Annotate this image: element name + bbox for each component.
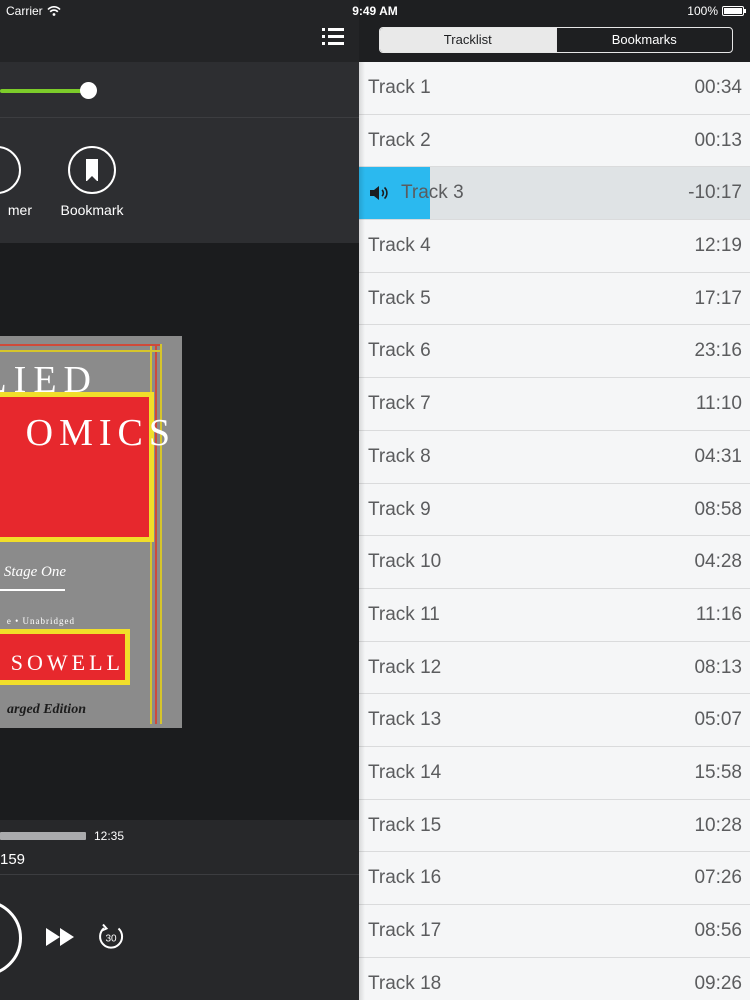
timer-icon — [0, 146, 21, 194]
bookmark-button[interactable]: Bookmark — [54, 146, 130, 218]
track-duration: 07:26 — [694, 867, 742, 889]
track-name: Track 12 — [368, 656, 442, 678]
track-name: Track 3 — [401, 182, 464, 204]
track-name: Track 4 — [368, 235, 431, 257]
track-duration: 00:13 — [694, 129, 742, 151]
timer-label: mer — [7, 202, 32, 218]
track-name: Track 10 — [368, 551, 442, 573]
track-row[interactable]: Track 11 11:16 — [359, 588, 750, 642]
bookmark-label: Bookmark — [60, 202, 124, 218]
track-name: Track 16 — [368, 867, 442, 889]
status-bar: Carrier 9:49 AM 100% — [0, 0, 750, 22]
track-duration: 10:28 — [694, 814, 742, 836]
track-name: Track 9 — [368, 498, 431, 520]
cover-format: e • Unabridged — [6, 616, 75, 626]
track-duration: 04:28 — [694, 551, 742, 573]
battery-indicator: 100% — [687, 4, 746, 18]
progress-scrubber[interactable] — [80, 82, 97, 99]
track-row[interactable]: Track 13 05:07 — [359, 694, 750, 747]
track-row[interactable]: Track 6 23:16 — [359, 325, 750, 379]
tab-tracklist[interactable]: Tracklist — [380, 28, 556, 52]
tracklist-panel: Tracklist Bookmarks Track 1 00:34 Track 2… — [359, 0, 750, 1000]
track-duration: 17:17 — [694, 287, 742, 309]
track-duration: 15:58 — [694, 761, 742, 783]
track-row[interactable]: Track 10 04:28 — [359, 536, 750, 589]
cover-edition: arged Edition — [7, 702, 86, 717]
player-panel: mer Bookmark LIED OMICS l Stage One e • … — [0, 0, 359, 1000]
chapter-number: 159 — [0, 851, 26, 868]
battery-label: 100% — [687, 4, 718, 18]
track-name: Track 15 — [368, 814, 442, 836]
track-duration: 04:31 — [694, 445, 742, 467]
tracklist-segmented-control: Tracklist Bookmarks — [379, 27, 733, 53]
cover-author: SOWELL — [10, 650, 124, 675]
skip-label: 30 — [105, 934, 117, 945]
track-name: Track 1 — [368, 77, 431, 98]
time-total: 12:35 — [94, 829, 125, 843]
cover-subtitle: l Stage One — [0, 564, 66, 580]
track-row[interactable]: Track 16 07:26 — [359, 852, 750, 905]
track-row[interactable]: Track 15 10:28 — [359, 799, 750, 853]
cover-area: LIED OMICS l Stage One e • Unabridged SO… — [0, 243, 359, 820]
status-time: 9:49 AM — [352, 4, 398, 18]
transport-bar: 12:35 159 30 — [0, 820, 359, 1000]
track-row[interactable]: Track 4 12:19 — [359, 220, 750, 273]
cover-title-line2: OMICS — [25, 412, 176, 454]
track-name: Track 2 — [368, 129, 431, 151]
track-duration: 08:58 — [694, 498, 742, 520]
track-row[interactable]: Track 18 09:26 — [359, 957, 750, 1000]
track-name: Track 17 — [368, 920, 442, 941]
track-duration: 08:56 — [694, 920, 742, 941]
track-duration: 23:16 — [694, 340, 742, 362]
skip-forward-30-icon[interactable]: 30 — [96, 922, 126, 952]
bookmark-icon — [68, 146, 116, 194]
track-duration: 00:34 — [694, 77, 742, 98]
track-name: Track 6 — [368, 340, 431, 362]
track-row[interactable]: Track 14 15:58 — [359, 746, 750, 800]
track-duration: 12:19 — [694, 235, 742, 257]
track-row[interactable]: Track 9 08:58 — [359, 483, 750, 537]
progress-fill — [0, 89, 88, 93]
timer-button[interactable]: mer — [0, 146, 32, 218]
book-cover: LIED OMICS l Stage One e • Unabridged SO… — [0, 336, 182, 728]
player-actions: mer Bookmark — [0, 118, 359, 243]
track-name: Track 7 — [368, 393, 431, 415]
track-name: Track 11 — [368, 603, 440, 625]
track-duration: 11:16 — [695, 603, 742, 625]
track-name: Track 14 — [368, 761, 442, 783]
track-duration: 08:13 — [694, 656, 742, 678]
track-row[interactable]: Track 1 00:34 — [359, 62, 750, 115]
battery-icon — [722, 6, 746, 16]
chapter-progress-bar[interactable] — [0, 832, 86, 840]
track-name: Track 13 — [368, 709, 442, 731]
track-row[interactable]: Track 7 11:10 — [359, 378, 750, 431]
tab-bookmarks[interactable]: Bookmarks — [555, 28, 733, 52]
track-duration: 11:10 — [695, 393, 742, 415]
play-pause-button[interactable] — [0, 900, 22, 976]
track-name: Track 18 — [368, 972, 442, 994]
list-icon[interactable] — [322, 28, 348, 52]
track-duration: 09:26 — [694, 972, 742, 994]
track-row[interactable]: Track 12 08:13 — [359, 641, 750, 695]
track-row[interactable]: Track 2 00:13 — [359, 114, 750, 168]
speaker-icon — [370, 186, 388, 201]
track-name: Track 8 — [368, 445, 431, 467]
track-duration: 05:07 — [694, 709, 742, 731]
cover-title-line1: LIED — [0, 359, 98, 401]
playback-progress — [0, 62, 359, 118]
track-row[interactable]: Track 8 04:31 — [359, 430, 750, 484]
track-duration: -10:17 — [688, 182, 742, 204]
track-name: Track 5 — [368, 287, 431, 309]
track-row[interactable]: Track 5 17:17 — [359, 272, 750, 326]
track-row[interactable]: Track 17 08:56 — [359, 905, 750, 958]
track-list: Track 1 00:34 Track 2 00:13 Track 3 -10:17… — [359, 62, 750, 1000]
fast-forward-icon[interactable] — [46, 926, 78, 948]
track-row-playing[interactable]: Track 3 -10:17 — [359, 167, 750, 221]
